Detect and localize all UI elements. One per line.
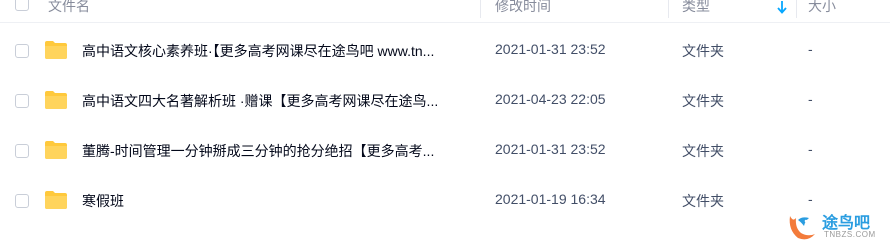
file-row[interactable]: 董腾-时间管理一分钟掰成三分钟的抢分绝招【更多高考... 2021-01-31 … [0, 125, 890, 175]
column-divider[interactable] [480, 0, 481, 18]
arrow-down-icon[interactable] [776, 0, 788, 14]
header-size[interactable]: 大小 [808, 0, 836, 16]
file-row[interactable]: 高中语文核心素养班·【更多高考网课尽在途鸟吧 www.tn... 2021-01… [0, 25, 890, 75]
bird-logo-icon [789, 216, 815, 240]
file-modified-time: 2021-01-31 23:52 [495, 41, 606, 57]
file-modified-time: 2021-04-23 22:05 [495, 91, 606, 107]
folder-icon [45, 91, 67, 109]
file-modified-time: 2021-01-19 16:34 [495, 191, 606, 207]
file-type: 文件夹 [682, 93, 724, 109]
file-name[interactable]: 寒假班 [82, 191, 480, 211]
file-type: 文件夹 [682, 193, 724, 209]
header-type[interactable]: 类型 [682, 0, 710, 16]
column-divider[interactable] [796, 0, 797, 18]
file-name[interactable]: 董腾-时间管理一分钟掰成三分钟的抢分绝招【更多高考... [82, 141, 480, 161]
file-name[interactable]: 高中语文四大名著解析班 ·赠课【更多高考网课尽在途鸟... [82, 91, 480, 111]
row-checkbox[interactable] [15, 144, 29, 158]
file-size: - [808, 91, 813, 107]
row-checkbox[interactable] [15, 44, 29, 58]
header-name[interactable]: 文件名 [48, 0, 90, 16]
watermark-url: TNBZS.COM [824, 230, 876, 239]
file-list: 文件名 修改时间 类型 大小 高中语文核心素养班·【更多高考网课尽在途鸟吧 ww… [0, 0, 890, 248]
row-checkbox[interactable] [15, 94, 29, 108]
select-all-checkbox[interactable] [15, 0, 29, 11]
file-modified-time: 2021-01-31 23:52 [495, 141, 606, 157]
file-type: 文件夹 [682, 43, 724, 59]
folder-icon [45, 141, 67, 159]
column-divider[interactable] [668, 0, 669, 18]
file-row[interactable]: 寒假班 2021-01-19 16:34 文件夹 - [0, 175, 890, 225]
file-type: 文件夹 [682, 143, 724, 159]
file-row[interactable]: 高中语文四大名著解析班 ·赠课【更多高考网课尽在途鸟... 2021-04-23… [0, 75, 890, 125]
file-size: - [808, 41, 813, 57]
file-name[interactable]: 高中语文核心素养班·【更多高考网课尽在途鸟吧 www.tn... [82, 41, 480, 61]
header-modified-time[interactable]: 修改时间 [495, 0, 551, 16]
file-size: - [808, 191, 813, 207]
file-size: - [808, 141, 813, 157]
folder-icon [45, 41, 67, 59]
list-header: 文件名 修改时间 类型 大小 [0, 0, 890, 23]
folder-icon [45, 191, 67, 209]
row-checkbox[interactable] [15, 194, 29, 208]
watermark-logo: 途鸟吧 TNBZS.COM [784, 206, 888, 246]
